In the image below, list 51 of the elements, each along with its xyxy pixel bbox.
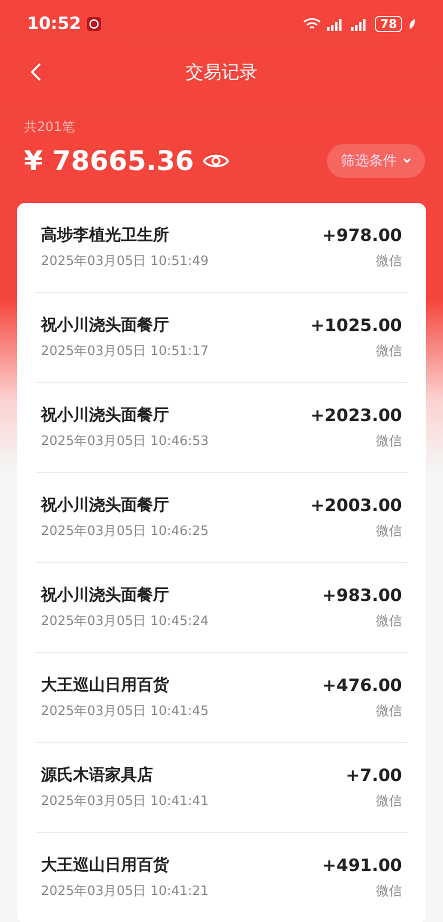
transaction-row[interactable]: 大王巡山日用百货 2025年03月05日 10:41:21 +491.00 微信 (35, 833, 408, 922)
total-amount: ¥ 78665.36 (24, 146, 194, 176)
transaction-time: 2025年03月05日 10:41:45 (41, 703, 209, 720)
merchant-name: 祝小川浇头面餐厅 (41, 405, 170, 426)
battery-level: 78 (375, 16, 402, 32)
transaction-time: 2025年03月05日 10:46:25 (41, 523, 209, 540)
transaction-time: 2025年03月05日 10:41:41 (41, 793, 209, 810)
payment-channel: 微信 (376, 432, 402, 450)
transaction-row[interactable]: 祝小川浇头面餐厅 2025年03月05日 10:46:53 +2023.00 微信 (35, 383, 408, 473)
transaction-amount: +2003.00 (310, 496, 402, 516)
transaction-row[interactable]: 祝小川浇头面餐厅 2025年03月05日 10:51:17 +1025.00 微信 (35, 293, 408, 383)
app-icon (87, 17, 102, 31)
transaction-time: 2025年03月05日 10:45:24 (41, 613, 209, 630)
merchant-name: 源氏木语家具店 (41, 765, 154, 786)
merchant-name: 大王巡山日用百货 (41, 855, 170, 876)
transaction-time: 2025年03月05日 10:51:49 (41, 253, 209, 270)
transaction-amount: +1025.00 (310, 316, 402, 336)
transaction-row[interactable]: 大王巡山日用百货 2025年03月05日 10:41:45 +476.00 微信 (35, 653, 408, 743)
status-time: 10:52 (27, 14, 82, 34)
transaction-row[interactable]: 高埗李植光卫生所 2025年03月05日 10:51:49 +978.00 微信 (35, 203, 408, 293)
chevron-down-icon (403, 158, 411, 164)
merchant-name: 祝小川浇头面餐厅 (41, 315, 170, 336)
page-title: 交易记录 (186, 61, 258, 84)
merchant-name: 高埗李植光卫生所 (41, 225, 170, 246)
wifi-icon (303, 17, 322, 31)
payment-channel: 微信 (376, 522, 402, 540)
payment-channel: 微信 (376, 252, 402, 270)
merchant-name: 大王巡山日用百货 (41, 675, 170, 696)
transaction-row[interactable]: 源氏木语家具店 2025年03月05日 10:41:41 +7.00 微信 (35, 743, 408, 833)
payment-channel: 微信 (376, 612, 402, 630)
merchant-name: 祝小川浇头面餐厅 (41, 495, 170, 516)
merchant-name: 祝小川浇头面餐厅 (41, 585, 170, 606)
transaction-amount: +7.00 (346, 766, 402, 786)
transaction-amount: +978.00 (322, 226, 402, 246)
transaction-row[interactable]: 祝小川浇头面餐厅 2025年03月05日 10:45:24 +983.00 微信 (35, 563, 408, 653)
transaction-time: 2025年03月05日 10:41:21 (41, 883, 209, 900)
leaf-icon (408, 18, 416, 30)
payment-channel: 微信 (376, 702, 402, 720)
eye-icon[interactable] (202, 152, 230, 170)
payment-channel: 微信 (376, 342, 402, 360)
transaction-count: 共201笔 (24, 119, 76, 136)
transaction-time: 2025年03月05日 10:46:53 (41, 433, 209, 450)
transaction-amount: +983.00 (322, 586, 402, 606)
transaction-amount: +491.00 (322, 856, 402, 876)
transaction-row[interactable]: 祝小川浇头面餐厅 2025年03月05日 10:46:25 +2003.00 微信 (35, 473, 408, 563)
transaction-amount: +2023.00 (310, 406, 402, 426)
back-icon[interactable] (30, 62, 42, 82)
transaction-time: 2025年03月05日 10:51:17 (41, 343, 209, 360)
payment-channel: 微信 (376, 792, 402, 810)
transaction-amount: +476.00 (322, 676, 402, 696)
payment-channel: 微信 (376, 882, 402, 900)
